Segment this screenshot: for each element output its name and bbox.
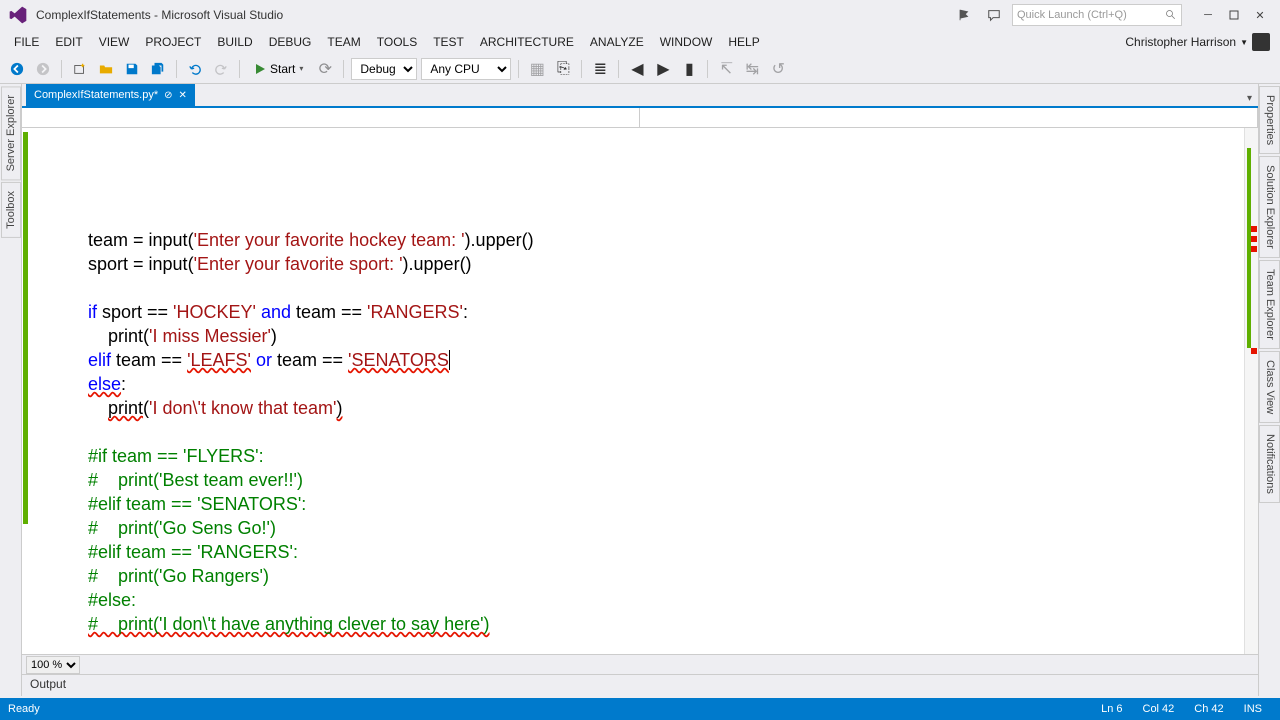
status-ins: INS [1234,703,1272,715]
left-dock: Server Explorer Toolbox [0,84,22,696]
code-line[interactable]: if sport == 'HOCKEY' and team == 'RANGER… [30,300,1258,324]
pin-icon[interactable]: ⊘ [164,90,172,101]
indent-right-button[interactable]: ▶ [652,58,674,80]
search-icon [1165,9,1177,21]
code-line[interactable]: elif team == 'LEAFS' or team == 'SENATOR… [30,348,1258,372]
code-line[interactable]: # print('Best team ever!!') [30,468,1258,492]
quick-launch-input[interactable]: Quick Launch (Ctrl+Q) [1012,4,1182,26]
platform-dropdown[interactable]: Any CPU [421,58,511,80]
redo-button[interactable] [210,58,232,80]
menu-test[interactable]: TEST [425,32,472,52]
status-col: Col 42 [1133,703,1185,715]
menu-project[interactable]: PROJECT [137,32,209,52]
save-button[interactable] [121,58,143,80]
tb-btn-3[interactable]: ≣ [589,58,611,80]
menu-architecture[interactable]: ARCHITECTURE [472,32,582,52]
vs-logo-icon [8,5,28,25]
output-panel-header[interactable]: Output [22,674,1258,696]
undo-button[interactable] [184,58,206,80]
save-all-button[interactable] [147,58,169,80]
config-dropdown[interactable]: Debug [351,58,417,80]
indent-left-button[interactable]: ◀ [626,58,648,80]
menu-window[interactable]: WINDOW [652,32,721,52]
maximize-button[interactable] [1222,5,1246,25]
server-explorer-tab[interactable]: Server Explorer [1,86,21,180]
navigation-bar[interactable] [22,108,1258,128]
title-bar: ComplexIfStatements - Microsoft Visual S… [0,0,1280,30]
tab-filename: ComplexIfStatements.py* [34,89,158,101]
close-button[interactable]: ✕ [1248,5,1272,25]
menu-file[interactable]: FILE [6,32,47,52]
tb-btn-1[interactable]: ▦ [526,58,548,80]
status-ch: Ch 42 [1184,703,1233,715]
nav-back-button[interactable] [6,58,28,80]
code-line[interactable]: # print('I don\'t have anything clever t… [30,612,1258,636]
code-line[interactable]: #elif team == 'SENATORS': [30,492,1258,516]
code-line[interactable] [30,420,1258,444]
code-line[interactable]: team = input('Enter your favorite hockey… [30,228,1258,252]
comment-button[interactable]: ▮ [678,58,700,80]
code-editor[interactable]: team = input('Enter your favorite hockey… [22,128,1258,654]
open-file-button[interactable] [95,58,117,80]
minimize-button[interactable]: ─ [1196,5,1220,25]
signed-in-user[interactable]: Christopher Harrison ▼ [1125,33,1274,51]
solution-explorer-tab[interactable]: Solution Explorer [1259,156,1280,258]
window-title: ComplexIfStatements - Microsoft Visual S… [36,8,952,22]
menu-tools[interactable]: TOOLS [369,32,425,52]
code-line[interactable]: sport = input('Enter your favorite sport… [30,252,1258,276]
refresh-button[interactable]: ⟳ [314,58,336,80]
notifications-flag-icon[interactable] [952,3,976,27]
menu-team[interactable]: TEAM [319,32,368,52]
menu-build[interactable]: BUILD [209,32,260,52]
toolbox-tab[interactable]: Toolbox [1,182,21,238]
code-line[interactable]: # print('Go Sens Go!') [30,516,1258,540]
zoom-dropdown[interactable]: 100 % [26,656,80,674]
code-line[interactable]: #elif team == 'RANGERS': [30,540,1258,564]
menu-view[interactable]: VIEW [91,32,138,52]
properties-tab[interactable]: Properties [1259,86,1280,154]
notifications-tab[interactable]: Notifications [1259,425,1280,503]
menu-help[interactable]: HELP [720,32,767,52]
play-icon [254,63,266,75]
code-line[interactable]: else: [30,372,1258,396]
team-explorer-tab[interactable]: Team Explorer [1259,260,1280,349]
nav-fwd-button[interactable] [32,58,54,80]
tb-btn-5[interactable]: ↹ [741,58,763,80]
code-line[interactable]: print('I don\'t know that team') [30,396,1258,420]
zoom-bar: 100 % [22,654,1258,674]
start-debug-button[interactable]: Start ▾ [247,58,310,80]
tab-overflow-button[interactable]: ▾ [1241,91,1258,106]
menu-debug[interactable]: DEBUG [261,32,320,52]
right-dock: Properties Solution Explorer Team Explor… [1258,84,1280,696]
document-tab-active[interactable]: ComplexIfStatements.py* ⊘ ✕ [26,84,195,106]
menu-edit[interactable]: EDIT [47,32,90,52]
tb-btn-6[interactable]: ↺ [767,58,789,80]
quick-launch-placeholder: Quick Launch (Ctrl+Q) [1017,9,1127,21]
class-view-tab[interactable]: Class View [1259,351,1280,423]
code-line[interactable] [30,276,1258,300]
document-tabs: ComplexIfStatements.py* ⊘ ✕ ▾ [22,84,1258,108]
avatar-icon [1252,33,1270,51]
new-project-button[interactable] [69,58,91,80]
feedback-icon[interactable] [982,3,1006,27]
tb-btn-4[interactable]: ↸ [715,58,737,80]
menu-bar: FILE EDIT VIEW PROJECT BUILD DEBUG TEAM … [0,30,1280,54]
status-bar: Ready Ln 6 Col 42 Ch 42 INS [0,698,1280,720]
toolbar: Start ▾ ⟳ Debug Any CPU ▦ ⎘ ≣ ◀ ▶ ▮ ↸ ↹ … [0,54,1280,84]
tab-close-icon[interactable]: ✕ [179,90,187,101]
code-line[interactable]: #if team == 'FLYERS': [30,444,1258,468]
status-ready: Ready [8,703,1091,715]
tb-btn-2[interactable]: ⎘ [552,58,574,80]
code-line[interactable]: # print('Go Rangers') [30,564,1258,588]
code-line[interactable]: #else: [30,588,1258,612]
code-line[interactable]: print('I miss Messier') [30,324,1258,348]
status-line: Ln 6 [1091,703,1132,715]
menu-analyze[interactable]: ANALYZE [582,32,652,52]
main-area: Server Explorer Toolbox ComplexIfStateme… [0,84,1280,696]
editor-area: ComplexIfStatements.py* ⊘ ✕ ▾ team = inp… [22,84,1258,696]
